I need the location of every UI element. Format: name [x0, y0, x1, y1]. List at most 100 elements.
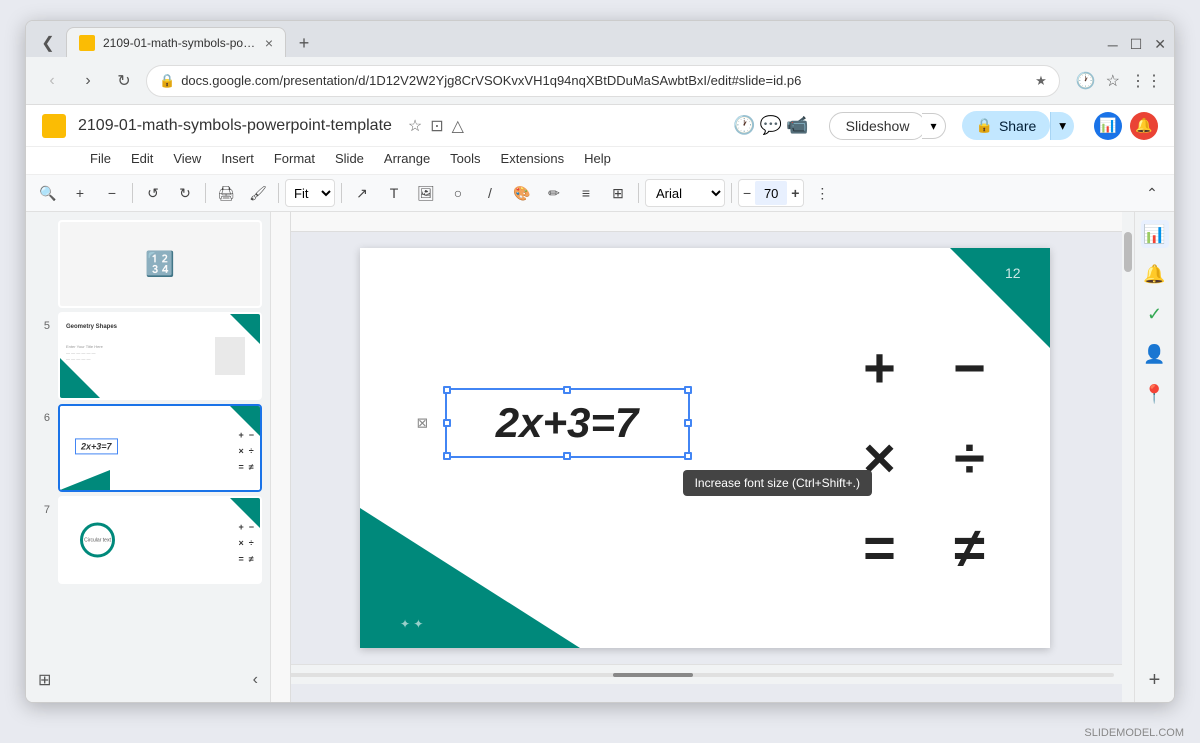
minimize-button[interactable]: ─ [1108, 37, 1118, 53]
menu-view[interactable]: View [165, 147, 209, 170]
shapes-button[interactable]: ○ [444, 179, 472, 207]
apps-icon[interactable]: ⋮⋮ [1130, 71, 1162, 91]
notification-icon[interactable]: 🔔 [1130, 112, 1158, 140]
sidebar-icon-maps[interactable]: 📍 [1141, 380, 1169, 408]
grid-view-button[interactable]: ⊞ [38, 670, 51, 690]
slide-canvas-area: ✦ ✦ 12 [271, 232, 1122, 664]
active-tab[interactable]: 2109-01-math-symbols-powe... × [66, 27, 286, 57]
handle-bottom-right[interactable] [684, 452, 692, 460]
menu-arrange[interactable]: Arrange [376, 147, 438, 170]
menu-bar: File Edit View Insert Format Slide Arran… [26, 147, 1174, 175]
slide-preview-7[interactable]: Circular text + −× ÷= ≠ [58, 496, 262, 584]
slide-canvas[interactable]: ✦ ✦ 12 [360, 248, 1050, 648]
symbol-notequals: ≠ [954, 520, 985, 576]
handle-top-right[interactable] [684, 386, 692, 394]
symbol-equals: = [863, 520, 896, 576]
menu-file[interactable]: File [82, 147, 119, 170]
cloud-icon[interactable]: ⊡ [430, 116, 443, 136]
collapse-toolbar-button[interactable]: ⌃ [1138, 179, 1166, 207]
handle-bottom-left[interactable] [443, 452, 451, 460]
sidebar-add-button[interactable]: + [1141, 666, 1169, 694]
collapse-button[interactable]: ⌃ [1138, 179, 1166, 207]
slide-thumb-5[interactable]: 5 Geometry Shapes Enter Your Title Here … [34, 312, 262, 400]
menu-help[interactable]: Help [576, 147, 619, 170]
equation-text: 2x+3=7 [496, 399, 639, 447]
menu-tools[interactable]: Tools [442, 147, 488, 170]
tab-list-button[interactable]: ❮ [34, 29, 62, 57]
sheets-icon[interactable]: 📊 [1094, 112, 1122, 140]
slide-thumb-7[interactable]: 7 Circular text + −× ÷= ≠ [34, 496, 262, 584]
equation-textbox[interactable]: ⊠ 2x+3=7 [445, 388, 690, 458]
scroll-thumb-v[interactable] [1124, 232, 1132, 272]
line-button[interactable]: / [476, 179, 504, 207]
drive-icon[interactable]: △ [452, 116, 464, 136]
history-icon[interactable]: 🕐 [1076, 71, 1096, 91]
horizontal-scrollbar[interactable] [271, 664, 1122, 684]
more-options-button[interactable]: ⋮ [808, 179, 836, 207]
menu-insert[interactable]: Insert [213, 147, 262, 170]
sidebar-icon-profile[interactable]: 👤 [1141, 340, 1169, 368]
pen-button[interactable]: ✏ [540, 179, 568, 207]
image-button[interactable]: 🖼 [412, 179, 440, 207]
search-toolbar-button[interactable]: 🔍 [34, 179, 62, 207]
cursor-button[interactable]: ↗ [348, 179, 376, 207]
new-tab-button[interactable]: + [290, 29, 318, 57]
handle-top-center[interactable] [563, 386, 571, 394]
menu-slide[interactable]: Slide [327, 147, 372, 170]
vertical-scrollbar[interactable] [1122, 212, 1134, 702]
close-button[interactable]: ✕ [1154, 36, 1166, 53]
slideshow-button[interactable]: Slideshow [829, 112, 927, 140]
back-button[interactable]: ‹ [38, 72, 66, 90]
redo-button[interactable]: ↻ [171, 179, 199, 207]
slide-content-area: ✦ ✦ 12 [271, 212, 1122, 684]
slide-number-7: 7 [34, 504, 50, 516]
font-size-increase-button[interactable]: + [789, 185, 801, 201]
zoom-select[interactable]: Fit [285, 179, 335, 207]
table-button[interactable]: ⊞ [604, 179, 632, 207]
handle-middle-right[interactable] [684, 419, 692, 427]
handle-bottom-center[interactable] [563, 452, 571, 460]
forward-button[interactable]: › [74, 72, 102, 90]
slide-preview-6[interactable]: 2x+3=7 + −× ÷= ≠ [58, 404, 262, 492]
font-family-select[interactable]: Arial [645, 179, 725, 207]
sidebar-icon-tasks[interactable]: ✓ [1141, 300, 1169, 328]
history-icon[interactable]: 🕐 [733, 115, 755, 136]
menu-extensions[interactable]: Extensions [493, 147, 573, 170]
menu-edit[interactable]: Edit [123, 147, 161, 170]
panel-bottom-controls: ⊞ ‹ [34, 666, 262, 694]
add-addon-button[interactable]: + [1141, 666, 1169, 694]
separator-4 [341, 183, 342, 203]
text-button[interactable]: T [380, 179, 408, 207]
present-icon[interactable]: 📹 [786, 115, 808, 136]
zoom-in-button[interactable]: + [66, 179, 94, 207]
reload-button[interactable]: ↻ [110, 71, 138, 91]
slide-thumb-4[interactable]: 🔢 [34, 220, 262, 308]
sidebar-icon-notifications[interactable]: 🔔 [1141, 260, 1169, 288]
slide-preview-4[interactable]: 🔢 [58, 220, 262, 308]
fill-button[interactable]: 🎨 [508, 179, 536, 207]
share-dropdown-button[interactable]: ▾ [1050, 112, 1074, 140]
handle-top-left[interactable] [443, 386, 451, 394]
slide-preview-5[interactable]: Geometry Shapes Enter Your Title Here — … [58, 312, 262, 400]
print-button[interactable]: 🖨 [212, 179, 240, 207]
menu-format[interactable]: Format [266, 147, 323, 170]
handle-middle-left[interactable] [443, 419, 451, 427]
collapse-panel-button[interactable]: ‹ [253, 671, 258, 689]
comment-icon[interactable]: 💬 [760, 115, 782, 136]
sidebar-icon-sheets[interactable]: 📊 [1141, 220, 1169, 248]
align-button[interactable]: ≡ [572, 179, 600, 207]
font-size-input[interactable] [755, 181, 787, 205]
font-size-decrease-button[interactable]: − [741, 185, 753, 201]
bookmark-icon[interactable]: ☆ [1106, 71, 1120, 91]
slideshow-dropdown-button[interactable]: ▾ [922, 113, 945, 139]
zoom-out-button[interactable]: − [98, 179, 126, 207]
paintformat-button[interactable]: 🖌 [244, 179, 272, 207]
url-input[interactable]: 🔒 docs.google.com/presentation/d/1D12V2W… [146, 65, 1060, 97]
share-button[interactable]: 🔒 Share [962, 111, 1051, 140]
slide-thumb-6[interactable]: 6 2x+3=7 + −× ÷= ≠ [34, 404, 262, 492]
maximize-button[interactable]: ☐ [1130, 36, 1143, 53]
tab-close-button[interactable]: × [265, 35, 273, 51]
scroll-thumb-h[interactable] [613, 673, 693, 677]
star-icon[interactable]: ☆ [408, 116, 422, 136]
undo-button[interactable]: ↺ [139, 179, 167, 207]
